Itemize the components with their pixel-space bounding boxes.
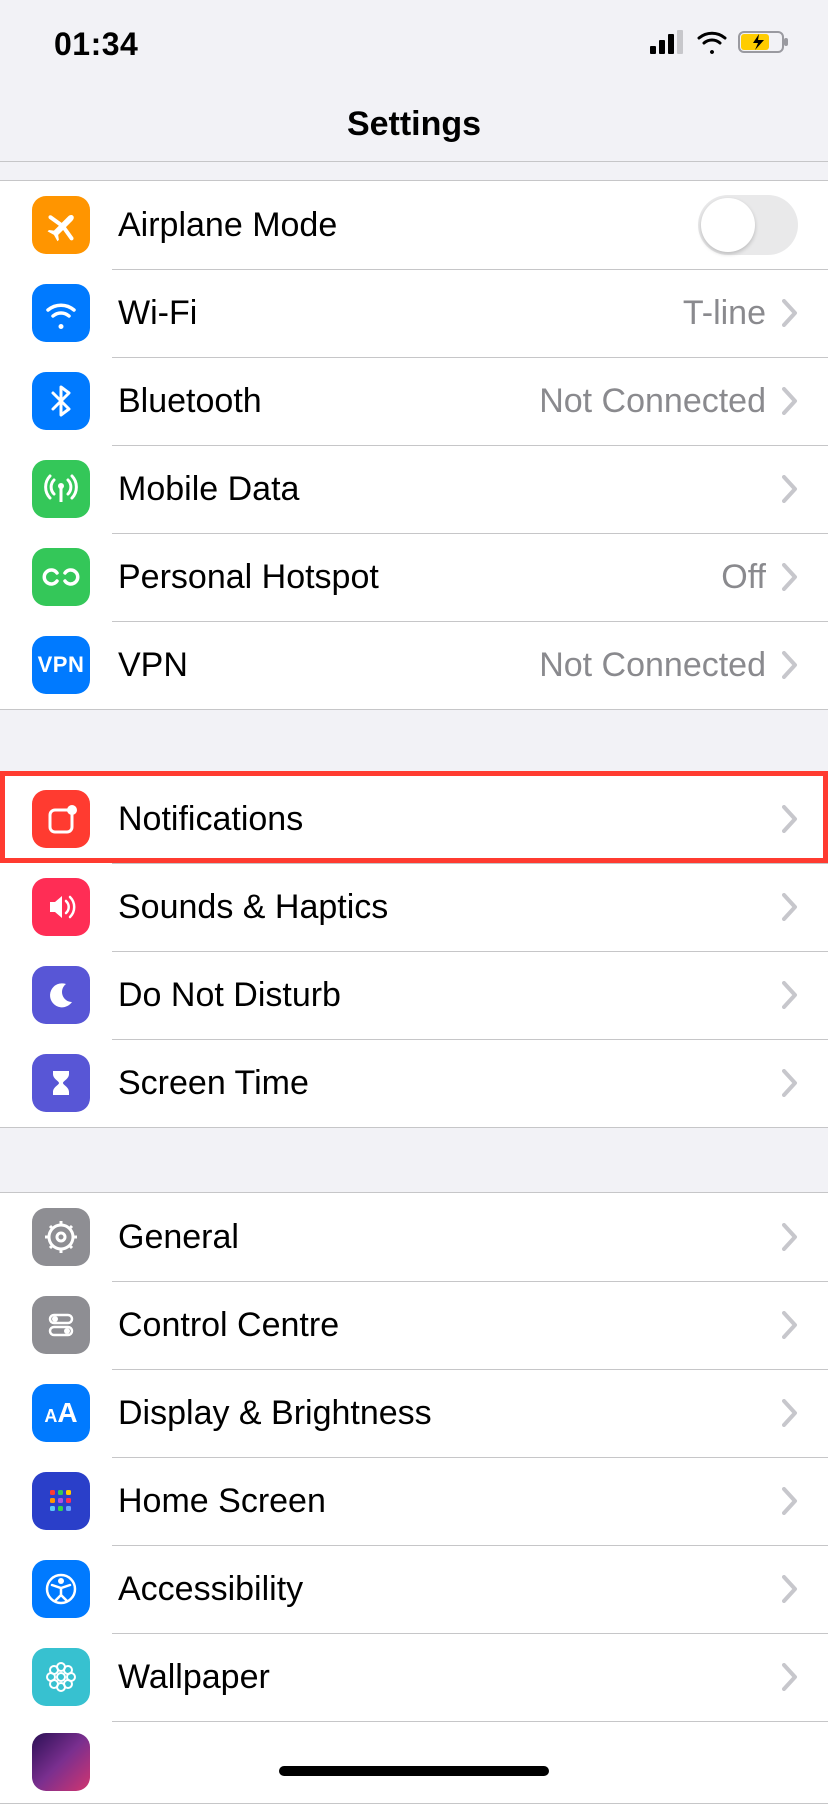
- row-label: Bluetooth: [118, 382, 539, 421]
- chevron-right-icon: [782, 651, 798, 679]
- row-bluetooth[interactable]: Bluetooth Not Connected: [0, 357, 828, 445]
- moon-icon: [32, 966, 90, 1024]
- row-value: Not Connected: [539, 382, 766, 421]
- row-wallpaper[interactable]: Wallpaper: [0, 1633, 828, 1721]
- chevron-right-icon: [782, 1487, 798, 1515]
- speaker-icon: [32, 878, 90, 936]
- row-sounds-haptics[interactable]: Sounds & Haptics: [0, 863, 828, 951]
- chevron-right-icon: [782, 1223, 798, 1251]
- row-label: General: [118, 1218, 782, 1257]
- chevron-right-icon: [782, 1311, 798, 1339]
- row-vpn[interactable]: VPN VPN Not Connected: [0, 621, 828, 709]
- row-label: VPN: [118, 646, 539, 685]
- airplane-icon: [32, 196, 90, 254]
- row-cutoff[interactable]: [0, 1721, 828, 1803]
- vpn-icon: VPN: [32, 636, 90, 694]
- accessibility-icon: [32, 1560, 90, 1618]
- row-accessibility[interactable]: Accessibility: [0, 1545, 828, 1633]
- row-label: Home Screen: [118, 1482, 782, 1521]
- battery-charging-icon: [738, 30, 792, 59]
- row-label: Wallpaper: [118, 1658, 782, 1697]
- flower-icon: [32, 1648, 90, 1706]
- row-value: Off: [721, 558, 766, 597]
- row-screen-time[interactable]: Screen Time: [0, 1039, 828, 1127]
- home-indicator: [279, 1766, 549, 1776]
- wifi-icon: [32, 284, 90, 342]
- row-label: Sounds & Haptics: [118, 888, 782, 927]
- aa-icon: AA: [32, 1384, 90, 1442]
- chevron-right-icon: [782, 563, 798, 591]
- chevron-right-icon: [782, 893, 798, 921]
- row-mobile-data[interactable]: Mobile Data: [0, 445, 828, 533]
- chevron-right-icon: [782, 475, 798, 503]
- row-airplane-mode[interactable]: Airplane Mode: [0, 181, 828, 269]
- cellular-icon: [650, 30, 686, 59]
- switches-icon: [32, 1296, 90, 1354]
- chevron-right-icon: [782, 1069, 798, 1097]
- chevron-right-icon: [782, 299, 798, 327]
- chevron-right-icon: [782, 1575, 798, 1603]
- row-control-centre[interactable]: Control Centre: [0, 1281, 828, 1369]
- settings-group-connectivity: Airplane Mode Wi-Fi T-line Bluetooth Not…: [0, 180, 828, 710]
- row-label: Notifications: [118, 800, 782, 839]
- page-title: Settings: [347, 105, 481, 144]
- chevron-right-icon: [782, 1663, 798, 1691]
- link-icon: [32, 548, 90, 606]
- row-notifications[interactable]: Notifications: [0, 775, 828, 863]
- antenna-icon: [32, 460, 90, 518]
- wifi-status-icon: [696, 30, 728, 59]
- gear-icon: [32, 1208, 90, 1266]
- status-indicators: [650, 30, 792, 59]
- row-home-screen[interactable]: Home Screen: [0, 1457, 828, 1545]
- chevron-right-icon: [782, 1399, 798, 1427]
- row-label: Personal Hotspot: [118, 558, 721, 597]
- row-label: Screen Time: [118, 1064, 782, 1103]
- grid-icon: [32, 1472, 90, 1530]
- row-label: Do Not Disturb: [118, 976, 782, 1015]
- row-do-not-disturb[interactable]: Do Not Disturb: [0, 951, 828, 1039]
- row-value: Not Connected: [539, 646, 766, 685]
- settings-group-alerts: Notifications Sounds & Haptics Do Not Di…: [0, 774, 828, 1128]
- airplane-toggle[interactable]: [698, 195, 798, 255]
- row-wifi[interactable]: Wi-Fi T-line: [0, 269, 828, 357]
- row-label: Accessibility: [118, 1570, 782, 1609]
- row-label: Mobile Data: [118, 470, 782, 509]
- settings-group-system: General Control Centre AA Display & Brig…: [0, 1192, 828, 1804]
- row-label: Airplane Mode: [118, 206, 698, 245]
- notifications-icon: [32, 790, 90, 848]
- hourglass-icon: [32, 1054, 90, 1112]
- siri-icon: [32, 1733, 90, 1791]
- row-general[interactable]: General: [0, 1193, 828, 1281]
- row-display-brightness[interactable]: AA Display & Brightness: [0, 1369, 828, 1457]
- row-personal-hotspot[interactable]: Personal Hotspot Off: [0, 533, 828, 621]
- row-label: Display & Brightness: [118, 1394, 782, 1433]
- bluetooth-icon: [32, 372, 90, 430]
- chevron-right-icon: [782, 387, 798, 415]
- chevron-right-icon: [782, 805, 798, 833]
- status-time: 01:34: [54, 26, 138, 63]
- row-value: T-line: [683, 294, 766, 333]
- status-bar: 01:34: [0, 0, 828, 88]
- row-label: Control Centre: [118, 1306, 782, 1345]
- nav-header: Settings: [0, 88, 828, 162]
- row-label: Wi-Fi: [118, 294, 683, 333]
- chevron-right-icon: [782, 981, 798, 1009]
